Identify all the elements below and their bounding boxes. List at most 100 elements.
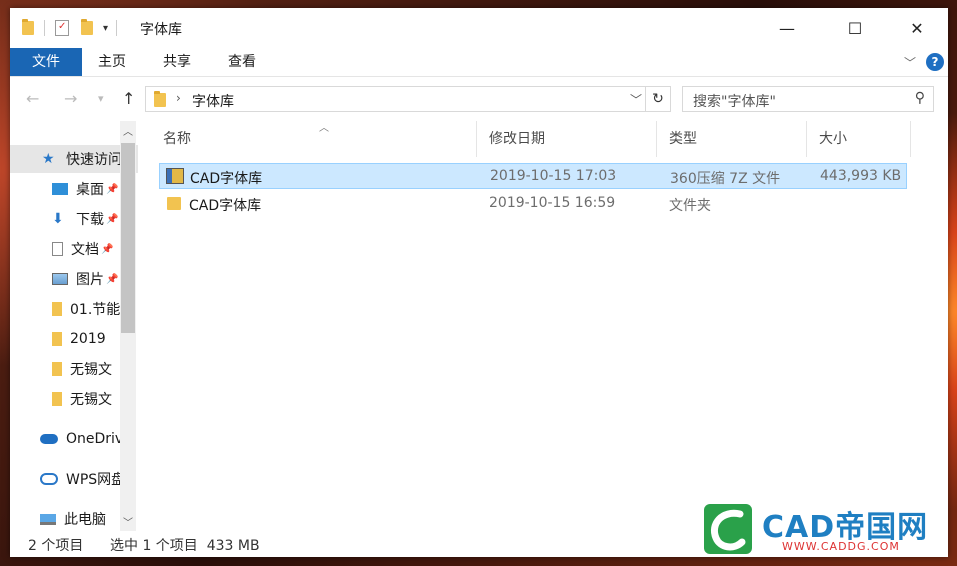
- sidebar-item-label: 下载: [76, 212, 104, 228]
- tab-share[interactable]: 共享: [149, 48, 205, 76]
- folder-icon: [52, 362, 62, 376]
- folder-icon: [52, 302, 62, 316]
- separator: [116, 20, 118, 36]
- search-input[interactable]: 搜索"字体库" ⚲: [682, 86, 934, 112]
- column-name[interactable]: 名称: [151, 121, 477, 157]
- window-title: 字体库: [140, 22, 182, 38]
- tab-view[interactable]: 查看: [214, 48, 270, 76]
- customize-toolbar-icon[interactable]: ▾: [103, 23, 108, 34]
- sidebar-item-pictures[interactable]: 图片 📌: [10, 265, 138, 293]
- table-row[interactable]: CAD字体库 2019-10-15 17:03 360压缩 7Z 文件 443,…: [159, 163, 907, 189]
- address-row: ← → ▾ ↑ › 字体库 ﹀ ↻ 搜索"字体库" ⚲: [10, 77, 948, 121]
- forward-arrow-icon[interactable]: →: [64, 89, 77, 108]
- tab-file[interactable]: 文件: [10, 48, 82, 76]
- sidebar-item-label: 2019: [70, 331, 106, 347]
- help-icon[interactable]: ?: [926, 53, 944, 71]
- folder-icon: [52, 392, 62, 406]
- chevron-down-icon[interactable]: ﹀: [630, 91, 642, 108]
- selection-info: 选中 1 个项目 433 MB: [110, 538, 260, 554]
- column-size[interactable]: 大小: [807, 121, 911, 157]
- folder-icon: [167, 197, 181, 210]
- sidebar-item-folder[interactable]: 2019: [10, 325, 138, 353]
- maximize-button[interactable]: ☐: [832, 8, 878, 48]
- folder-icon: [154, 91, 166, 107]
- column-header: ︿ 名称 修改日期 类型 大小: [151, 121, 921, 157]
- maximize-icon: ☐: [847, 18, 863, 38]
- picture-icon: [52, 273, 68, 285]
- search-placeholder: 搜索"字体库": [693, 94, 776, 110]
- file-size: 443,993 KB: [820, 168, 902, 184]
- watermark-logo: CAD帝国网 WWW.CADDG.COM: [700, 500, 940, 560]
- file-name: CAD字体库: [189, 198, 262, 214]
- folder-icon: [52, 332, 62, 346]
- tab-home[interactable]: 主页: [84, 48, 140, 76]
- sidebar-item-downloads[interactable]: ⬇ 下载 📌: [10, 205, 138, 233]
- sidebar-item-label: 无锡文: [70, 362, 112, 378]
- sidebar-item-label: 无锡文: [70, 392, 112, 408]
- archive-icon: [166, 168, 184, 184]
- sidebar-item-label: 图片: [76, 272, 104, 288]
- sidebar-item-quick-access[interactable]: ★ 快速访问: [10, 145, 138, 173]
- ribbon: 文件 主页 共享 查看 ﹀ ?: [10, 48, 948, 77]
- chevron-right-icon[interactable]: ›: [176, 91, 181, 105]
- file-type: 文件夹: [669, 198, 711, 214]
- column-date-modified[interactable]: 修改日期: [477, 121, 657, 157]
- file-type: 360压缩 7Z 文件: [670, 171, 781, 187]
- file-date: 2019-10-15 16:59: [489, 195, 616, 211]
- sidebar-item-documents[interactable]: 文档 📌: [10, 235, 138, 263]
- properties-icon[interactable]: ✓: [55, 20, 69, 36]
- close-button[interactable]: ✕: [894, 8, 940, 48]
- scroll-up-icon[interactable]: ︿: [123, 123, 133, 138]
- sidebar-item-wps-cloud[interactable]: WPS网盘: [10, 465, 138, 493]
- new-folder-icon[interactable]: [81, 19, 93, 35]
- item-count: 2 个项目: [28, 538, 84, 554]
- computer-icon: [40, 513, 56, 525]
- separator: [44, 20, 45, 36]
- expand-ribbon-icon[interactable]: ﹀: [904, 54, 916, 71]
- desktop-icon: [52, 183, 68, 195]
- sidebar-item-this-pc[interactable]: 此电脑: [10, 505, 138, 531]
- sidebar-item-desktop[interactable]: 桌面 📌: [10, 175, 138, 203]
- minimize-icon: —: [779, 18, 795, 38]
- title-bar: ✓ ▾ 字体库 — ☐ ✕: [10, 8, 948, 48]
- sidebar-item-label: 此电脑: [64, 512, 106, 528]
- file-date: 2019-10-15 17:03: [490, 168, 617, 184]
- file-name: CAD字体库: [190, 171, 263, 187]
- wps-cloud-icon: [40, 473, 58, 485]
- sidebar-item-folder[interactable]: 01.节能: [10, 295, 138, 323]
- pin-icon: 📌: [106, 213, 119, 225]
- folder-icon: [22, 19, 34, 35]
- pin-icon: 📌: [101, 243, 114, 255]
- explorer-window: ✓ ▾ 字体库 — ☐ ✕ 文件 主页 共享 查看 ﹀ ? ← → ▾ ↑ › …: [10, 8, 948, 557]
- close-icon: ✕: [910, 18, 924, 38]
- download-icon: ⬇: [52, 211, 64, 227]
- quick-access-toolbar: ✓ ▾: [22, 18, 125, 38]
- watermark-url: WWW.CADDG.COM: [782, 540, 900, 553]
- minimize-button[interactable]: —: [764, 8, 810, 48]
- sidebar-item-label: 文档: [71, 242, 99, 258]
- column-type[interactable]: 类型: [657, 121, 807, 157]
- refresh-icon[interactable]: ↻: [645, 87, 670, 111]
- document-icon: [52, 242, 63, 256]
- navigation-pane: ★ 快速访问 桌面📌 ⬇ 下载📌 文档📌 图片📌 01.节能 2019: [10, 121, 138, 531]
- address-bar[interactable]: › 字体库 ﹀ ↻: [145, 86, 671, 112]
- search-icon[interactable]: ⚲: [915, 90, 925, 106]
- sidebar-item-folder[interactable]: 无锡文: [10, 355, 138, 383]
- sidebar-scrollbar[interactable]: ︿ ﹀: [120, 121, 136, 531]
- sidebar-item-label: WPS网盘: [66, 472, 126, 488]
- pin-icon: 📌: [106, 183, 119, 195]
- sidebar-item-label: 01.节能: [70, 302, 121, 318]
- sidebar-item-folder[interactable]: 无锡文: [10, 385, 138, 413]
- sidebar-item-onedrive[interactable]: OneDrive: [10, 425, 138, 453]
- scrollbar-thumb[interactable]: [121, 143, 135, 333]
- breadcrumb[interactable]: 字体库: [192, 91, 234, 111]
- sidebar-item-label: 桌面: [76, 182, 104, 198]
- scroll-down-icon[interactable]: ﹀: [123, 514, 133, 529]
- back-arrow-icon[interactable]: ←: [26, 89, 39, 108]
- table-row[interactable]: CAD字体库 2019-10-15 16:59 文件夹: [159, 191, 907, 217]
- up-arrow-icon[interactable]: ↑: [122, 89, 135, 108]
- recent-locations-icon[interactable]: ▾: [98, 92, 104, 105]
- pin-icon: 📌: [106, 273, 119, 285]
- cloud-icon: [40, 434, 58, 444]
- cad-logo-icon: [704, 504, 752, 554]
